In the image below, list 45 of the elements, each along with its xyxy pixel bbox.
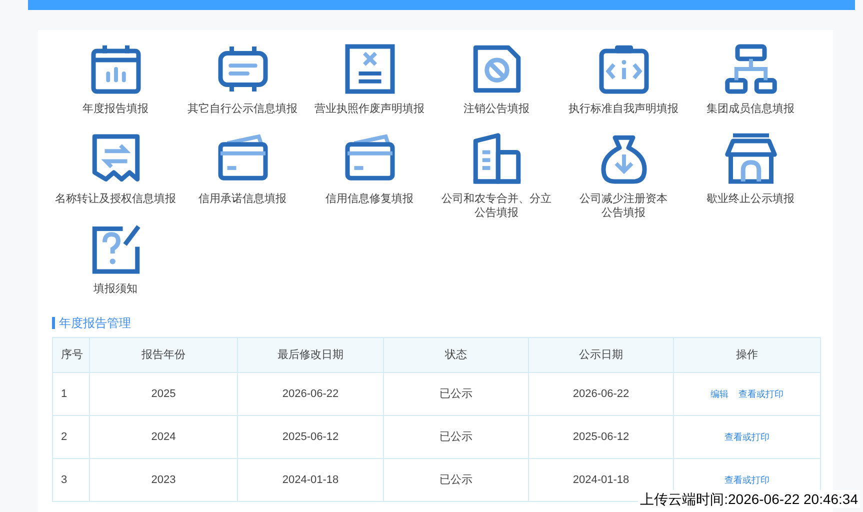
action-link[interactable]: 查看或打印 xyxy=(738,388,784,399)
tile-label[interactable]: 注销公告填报 xyxy=(464,102,530,116)
tile-label[interactable]: 公司减少注册资本 xyxy=(580,192,668,206)
section-title: 年度报告管理 xyxy=(59,315,131,332)
tile-label[interactable]: 公告填报 xyxy=(602,206,646,220)
table-cell: 已公示 xyxy=(384,372,528,416)
upload-time-stamp: 上传云端时间:2026-06-22 20:46:34 xyxy=(638,490,860,508)
column-header: 报告年份 xyxy=(90,338,238,372)
tile-label[interactable]: 歇业终止公示填报 xyxy=(706,192,794,206)
tile-label[interactable]: 公司和农专合并、分立 xyxy=(442,192,552,206)
tile-label[interactable]: 公告填报 xyxy=(474,206,518,220)
table-cell: 2024 xyxy=(90,416,238,458)
table-cell: 2025-06-12 xyxy=(238,416,384,458)
hierarchy-icon[interactable] xyxy=(724,42,778,96)
table-cell: 3 xyxy=(52,458,90,502)
tile-label[interactable]: 其它自行公示信息填报 xyxy=(188,102,298,116)
tile-label[interactable]: 执行标准自我声明填报 xyxy=(568,102,678,116)
tile-label[interactable]: 集团成员信息填报 xyxy=(706,102,794,116)
table-cell: 2025-06-12 xyxy=(528,416,674,458)
column-header: 序号 xyxy=(52,338,90,372)
action-link[interactable]: 查看或打印 xyxy=(724,432,770,442)
section-marker xyxy=(52,317,55,329)
table-cell: 1 xyxy=(52,372,90,416)
column-header: 公示日期 xyxy=(528,338,674,372)
action-link[interactable]: 查看或打印 xyxy=(724,474,770,485)
column-header: 最后修改日期 xyxy=(238,338,384,372)
tile-label[interactable]: 填报须知 xyxy=(94,282,138,296)
action-link[interactable]: 编辑 xyxy=(710,388,728,399)
table-cell: 2023 xyxy=(90,458,238,502)
tile-label[interactable]: 名称转让及授权信息填报 xyxy=(55,192,176,206)
column-header: 操作 xyxy=(674,338,820,372)
tile-label[interactable]: 年度报告填报 xyxy=(82,102,148,116)
table-cell: 2026-06-22 xyxy=(528,372,674,416)
table-cell: 已公示 xyxy=(384,458,528,502)
table-cell: 2026-06-22 xyxy=(238,372,384,416)
document-x-icon[interactable] xyxy=(342,42,396,96)
store-icon[interactable] xyxy=(724,132,778,186)
table-cell: 已公示 xyxy=(384,416,528,458)
table-cell: 2 xyxy=(52,416,90,458)
tile-label[interactable]: 信用承诺信息填报 xyxy=(198,192,286,206)
table-cell: 2025 xyxy=(90,372,238,416)
column-header: 状态 xyxy=(384,338,528,372)
tile-label[interactable]: 信用信息修复填报 xyxy=(326,192,414,206)
tile-label[interactable]: 营业执照作废声明填报 xyxy=(314,102,424,116)
table-cell: 2024-01-18 xyxy=(238,458,384,502)
